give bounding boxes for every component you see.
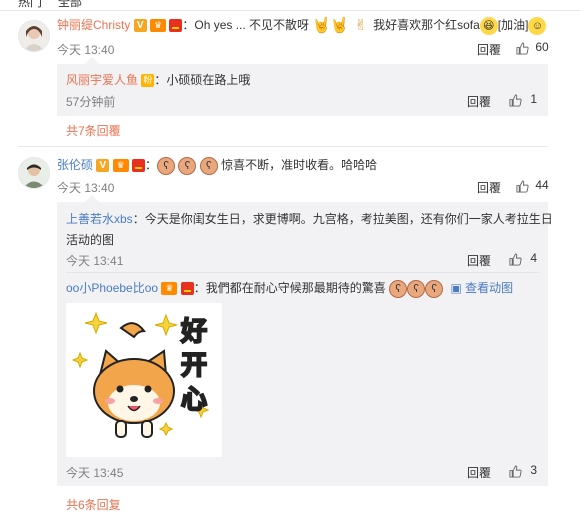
bear-emoji-icon: ʕ xyxy=(199,156,218,175)
gif-sticker-image[interactable]: 好开心 xyxy=(66,303,222,457)
laughing-emoji-icon: 😆 xyxy=(479,16,498,35)
bear-emoji-icon: ʕ xyxy=(178,156,197,175)
divider xyxy=(66,272,539,273)
tab-all[interactable]: 全部 xyxy=(58,0,82,10)
like-button[interactable]: 3 xyxy=(509,463,538,478)
like-button[interactable]: 60 xyxy=(516,40,549,55)
reply-text: ：今天是你闺女生日，求更博啊。九宫格，考拉美图，还有你们一家人考拉生日 xyxy=(132,212,553,226)
reply-text: ：我們都在耐心守候那最期待的驚喜 xyxy=(193,281,386,295)
avatar[interactable] xyxy=(18,157,50,189)
thumbs-up-icon xyxy=(516,42,529,55)
tab-hot[interactable]: 热门 xyxy=(18,0,42,10)
reply-line: 上善若水xbs：今天是你闺女生日，求更博啊。九宫格，考拉美图，还有你们一家人考拉… xyxy=(66,210,553,228)
vip-badge-icon: ♛ xyxy=(161,282,178,296)
reply-notch xyxy=(85,57,99,64)
comment-text: 惊喜不断，准时收看。哈哈哈 xyxy=(221,158,378,172)
reply-username[interactable]: oo小Phoebe比oo xyxy=(66,281,158,295)
verified-badge-icon: V xyxy=(133,19,147,33)
red-envelope-badge-icon xyxy=(132,159,146,173)
image-icon: ▣ xyxy=(450,281,462,295)
username[interactable]: 张伦硕 xyxy=(57,158,93,172)
reply-time: 今天 13:41 xyxy=(66,254,124,268)
verified-badge-icon: V xyxy=(96,159,110,173)
reply-button[interactable]: 回覆 xyxy=(467,93,491,110)
like-count: 44 xyxy=(535,178,549,192)
like-count: 3 xyxy=(530,463,538,477)
reply-line: 风丽宇爱人鱼 粉：小硕硕在路上哦 xyxy=(66,71,250,88)
thumbs-up-icon xyxy=(509,465,522,478)
red-envelope-badge-icon xyxy=(169,19,183,33)
bear-emoji-icon: ʕ xyxy=(425,279,444,298)
thumbs-up-icon xyxy=(516,180,529,193)
vip-badge-icon: ♛ xyxy=(150,19,167,33)
comment-time: 今天 13:40 xyxy=(57,181,115,195)
tab-bar: 热门 全部 xyxy=(0,0,580,10)
fan-badge-icon: 粉 xyxy=(141,74,155,88)
comment-text: ：Oh yes ... 不见不散呀 xyxy=(182,18,310,32)
sticker-caption: 好开心 xyxy=(180,316,208,416)
reply-username[interactable]: 风丽宇爱人鱼 xyxy=(66,73,138,87)
divider xyxy=(18,146,548,147)
reply-box: 风丽宇爱人鱼 粉：小硕硕在路上哦 57分钟前 回覆 1 xyxy=(57,64,548,116)
reply-notch xyxy=(85,195,99,202)
comment-text: 我好喜欢那个红sofa xyxy=(373,18,480,32)
comment-line: 钟丽缇Christy V ♛ ：Oh yes ... 不见不散呀 🤘🤘 ✌ 我好… xyxy=(57,15,547,35)
reply-text-continued: 活动的图 xyxy=(66,233,115,247)
reply-button[interactable]: 回覆 xyxy=(477,41,501,58)
like-button[interactable]: 1 xyxy=(509,92,538,107)
red-envelope-badge-icon xyxy=(180,282,194,296)
like-button[interactable]: 44 xyxy=(516,178,549,193)
avatar[interactable] xyxy=(18,20,50,52)
reply-button[interactable]: 回覆 xyxy=(477,179,501,196)
view-gif-link[interactable]: ▣ 查看动图 xyxy=(450,281,513,295)
reply-box: 上善若水xbs：今天是你闺女生日，求更博啊。九宫格，考拉美图，还有你们一家人考拉… xyxy=(57,202,553,486)
reply-text: ：小硕硕在路上哦 xyxy=(154,73,251,87)
divider xyxy=(0,10,580,11)
vip-badge-icon: ♛ xyxy=(112,159,129,173)
reply-username[interactable]: 上善若水xbs xyxy=(66,212,133,226)
bear-emoji-icon: ʕ xyxy=(157,156,176,175)
rock-hand-emoji-icon: 🤘 xyxy=(330,16,350,34)
reply-line: oo小Phoebe比oo ♛ ：我們都在耐心守候那最期待的驚喜 ʕʕʕ ▣ 查看… xyxy=(66,278,513,298)
comment-line: 张伦硕 V ♛ ： ʕ ʕ ʕ 惊喜不断，准时收看。哈哈哈 xyxy=(57,155,377,175)
like-count: 60 xyxy=(535,40,549,54)
username[interactable]: 钟丽缇Christy xyxy=(57,18,130,32)
emoji-label: [加油] xyxy=(497,18,529,32)
like-count: 1 xyxy=(530,92,538,106)
comment-time: 今天 13:40 xyxy=(57,43,115,57)
more-replies-link[interactable]: 共7条回覆 xyxy=(66,122,121,139)
reply-time: 57分钟前 xyxy=(66,95,116,109)
smile-emoji-icon: ☺ xyxy=(528,16,547,35)
reply-button[interactable]: 回覆 xyxy=(467,252,491,269)
thumbs-up-icon xyxy=(509,253,522,266)
colon: ： xyxy=(145,158,158,172)
reply-time: 今天 13:45 xyxy=(66,466,124,480)
thumbs-up-icon xyxy=(509,94,522,107)
bear-emoji-icon: ʕ xyxy=(389,279,408,298)
victory-hand-emoji-icon: ✌ xyxy=(354,16,368,34)
reply-button[interactable]: 回覆 xyxy=(467,464,491,481)
like-button[interactable]: 4 xyxy=(509,251,538,266)
rock-hand-emoji-icon: 🤘 xyxy=(312,16,332,34)
more-replies-link[interactable]: 共6条回复 xyxy=(66,496,121,513)
bear-emoji-icon: ʕ xyxy=(407,279,426,298)
like-count: 4 xyxy=(530,251,538,265)
